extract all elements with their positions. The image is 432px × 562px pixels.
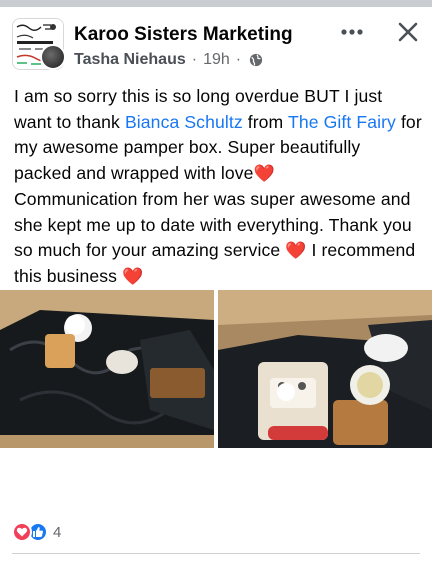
mention-bianca-schultz[interactable]: Bianca Schultz: [125, 112, 243, 132]
heart-emoji: ❤️: [253, 164, 275, 184]
page-name[interactable]: Karoo Sisters Marketing: [74, 24, 293, 46]
post-photo-1[interactable]: [0, 290, 214, 448]
close-icon[interactable]: [396, 20, 420, 44]
more-horizontal-icon[interactable]: [336, 22, 368, 42]
post-text-segment: from: [242, 111, 288, 132]
post-photo-2[interactable]: [218, 290, 432, 448]
globe-icon: [249, 53, 263, 67]
divider: [12, 553, 420, 554]
post-body: I am so sorry this is so long overdue BU…: [14, 84, 422, 290]
author-avatar[interactable]: [40, 44, 66, 70]
heart-emoji: ❤️: [122, 266, 144, 286]
reactions-bar[interactable]: 4: [12, 521, 61, 543]
post-header: Karoo Sisters Marketing Tasha Niehaus · …: [0, 14, 432, 74]
meta-separator: ·: [235, 51, 242, 68]
heart-emoji: ❤️: [285, 241, 307, 261]
meta-separator: ·: [191, 51, 198, 68]
reaction-count[interactable]: 4: [53, 524, 61, 541]
top-strip: [0, 0, 432, 7]
post-meta: Tasha Niehaus · 19h ·: [74, 51, 263, 69]
author-name[interactable]: Tasha Niehaus: [74, 51, 186, 69]
mention-the-gift-fairy[interactable]: The Gift Fairy: [288, 112, 396, 132]
love-icon: [12, 522, 32, 542]
post-time[interactable]: 19h: [203, 51, 230, 69]
